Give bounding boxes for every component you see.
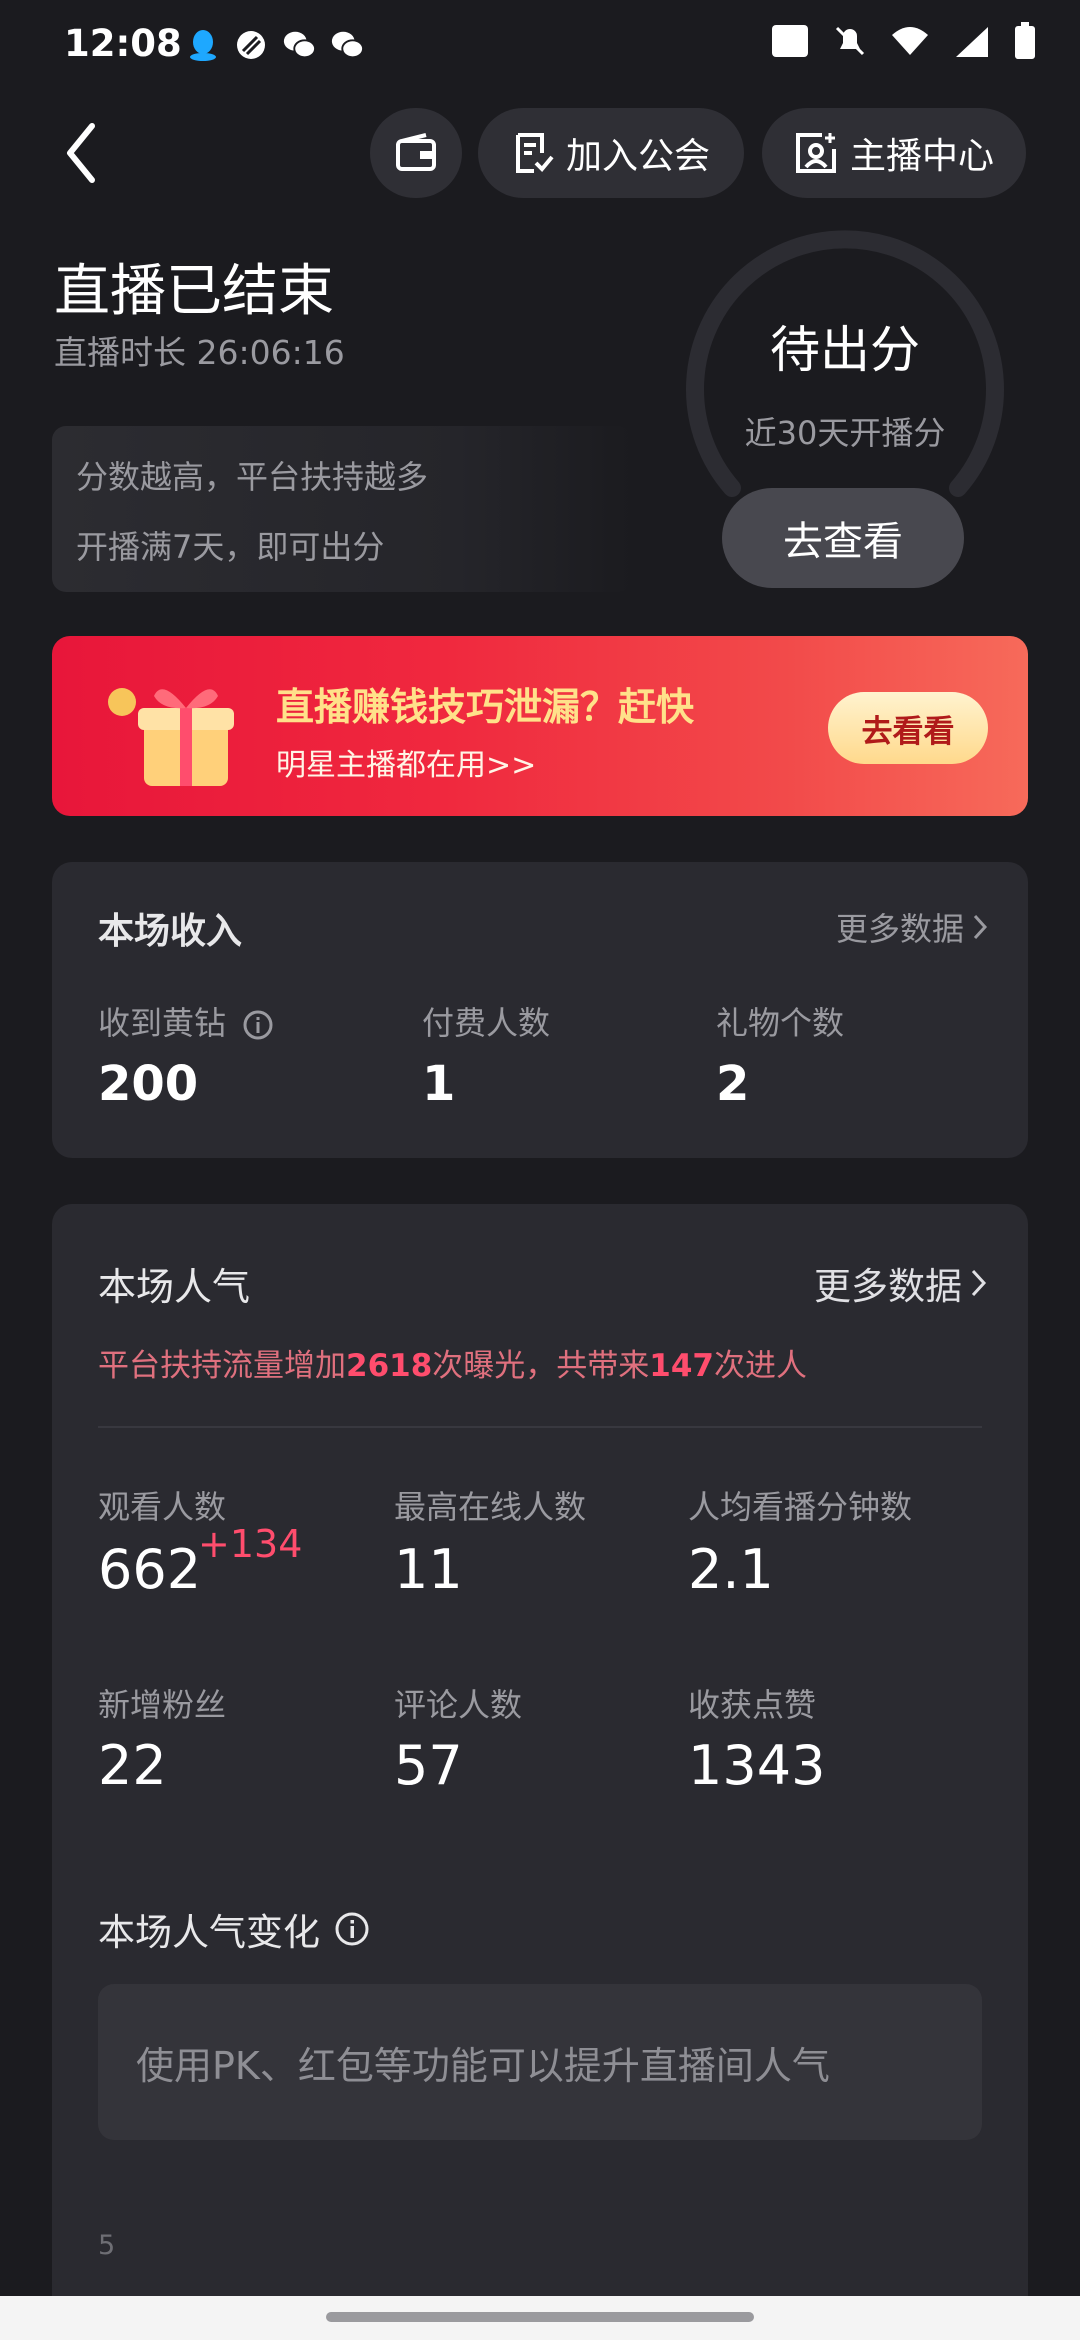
- gift-count-label: 礼物个数: [716, 1004, 845, 1042]
- wifi-icon: [890, 25, 930, 61]
- viewers-delta: +134: [198, 1522, 303, 1566]
- notification-icons: [186, 28, 364, 62]
- host-center-label: 主播中心: [849, 136, 994, 177]
- yellow-diamond-value: 200: [98, 1056, 199, 1112]
- page-title: 直播已结束: [54, 259, 334, 324]
- new-fans-label: 新增粉丝: [98, 1686, 227, 1724]
- income-title: 本场收入: [98, 911, 243, 952]
- view-score-button[interactable]: 去查看: [722, 488, 964, 588]
- circle-slash-icon: [234, 28, 268, 62]
- chevron-right-icon: [971, 1269, 987, 1297]
- divider: [98, 1426, 982, 1428]
- likes-label: 收获点赞: [688, 1686, 817, 1724]
- signal-4g-icon: [952, 23, 992, 63]
- gift-count-value: 2: [716, 1056, 750, 1112]
- join-guild-label: 加入公会: [565, 136, 710, 177]
- bell-off-icon: [832, 23, 868, 63]
- back-button[interactable]: [56, 118, 112, 188]
- peak-online-value: 11: [394, 1538, 463, 1601]
- qq-icon: [186, 28, 220, 62]
- wechat-icon: [330, 28, 364, 62]
- host-center-button[interactable]: 主播中心: [762, 108, 1026, 198]
- battery-icon: [1014, 22, 1036, 64]
- status-bar: 12:08: [0, 0, 1080, 90]
- peak-online-label: 最高在线人数: [394, 1488, 587, 1526]
- support-prefix: 平台扶持流量增加: [98, 1348, 346, 1384]
- commenters-label: 评论人数: [394, 1686, 523, 1724]
- avg-watch-minutes-label: 人均看播分钟数: [688, 1488, 913, 1526]
- home-gesture-handle[interactable]: [326, 2312, 754, 2322]
- system-navigation-bar: [0, 2296, 1080, 2340]
- chevron-left-icon: [67, 123, 95, 183]
- banner-subtitle: 明星主播都在用>>: [276, 748, 537, 783]
- info-icon[interactable]: [242, 1009, 274, 1041]
- income-card: 本场收入 更多数据 收到黄钻 200 付费人数 1 礼物个数 2: [52, 862, 1028, 1158]
- yellow-diamond-label: 收到黄钻: [98, 1004, 227, 1042]
- tip-line-2: 开播满7天，即可出分: [76, 528, 385, 566]
- likes-value: 1343: [688, 1734, 826, 1797]
- status-time: 12:08: [64, 22, 182, 65]
- info-icon[interactable]: [334, 1911, 370, 1947]
- traffic-support-text: 平台扶持流量增加2618次曝光，共带来147次进人: [98, 1340, 807, 1385]
- commenters-value: 57: [394, 1734, 463, 1797]
- paying-users-label: 付费人数: [422, 1004, 551, 1042]
- chart-title-label: 本场人气变化: [98, 1911, 320, 1954]
- host-profile-icon: [795, 133, 836, 173]
- score-status: 待出分: [770, 321, 920, 379]
- income-more-data-link[interactable]: 更多数据: [836, 904, 988, 950]
- promo-banner[interactable]: 直播赚钱技巧泄漏？赶快 明星主播都在用>> 去看看: [52, 636, 1028, 816]
- wechat-icon: [282, 28, 316, 62]
- more-data-label: 更多数据: [814, 1265, 962, 1308]
- new-fans-value: 22: [98, 1734, 167, 1797]
- wallet-button[interactable]: [370, 108, 462, 198]
- popularity-title: 本场人气: [98, 1265, 251, 1309]
- support-entries: 147: [649, 1348, 714, 1384]
- system-icons: [770, 22, 1036, 64]
- gift-box-icon: [108, 688, 234, 786]
- popularity-chart-title: 本场人气变化: [98, 1902, 370, 1956]
- avg-watch-minutes-value: 2.1: [688, 1538, 774, 1601]
- income-stat-label: 收到黄钻: [98, 998, 274, 1044]
- score-tip-box: 分数越高，平台扶持越多 开播满7天，即可出分: [52, 426, 632, 592]
- document-check-icon: [515, 133, 554, 173]
- chart-axis-tick: 5: [98, 2230, 116, 2261]
- volte-icon: [770, 23, 810, 63]
- more-data-label: 更多数据: [835, 910, 964, 948]
- banner-title: 直播赚钱技巧泄漏？赶快: [276, 685, 695, 729]
- live-duration: 直播时长 26:06:16: [54, 333, 345, 372]
- support-exposures: 2618: [346, 1348, 433, 1384]
- popularity-card: 本场人气 更多数据 平台扶持流量增加2618次曝光，共带来147次进人 观看人数…: [52, 1204, 1028, 2340]
- paying-users-value: 1: [422, 1056, 456, 1112]
- wallet-icon: [396, 133, 436, 171]
- viewers-value: 662: [98, 1538, 202, 1601]
- tip-line-1: 分数越高，平台扶持越多: [76, 458, 429, 496]
- chevron-right-icon: [973, 914, 988, 940]
- score-subtitle: 近30天开播分: [744, 414, 946, 452]
- support-suffix: 次进人: [714, 1348, 807, 1384]
- popularity-more-data-link[interactable]: 更多数据: [814, 1256, 988, 1310]
- banner-cta-button[interactable]: 去看看: [828, 692, 988, 764]
- support-mid: 次曝光，共带来: [432, 1348, 650, 1384]
- join-guild-button[interactable]: 加入公会: [478, 108, 744, 198]
- popularity-hint-box: 使用PK、红包等功能可以提升直播间人气: [98, 1984, 982, 2140]
